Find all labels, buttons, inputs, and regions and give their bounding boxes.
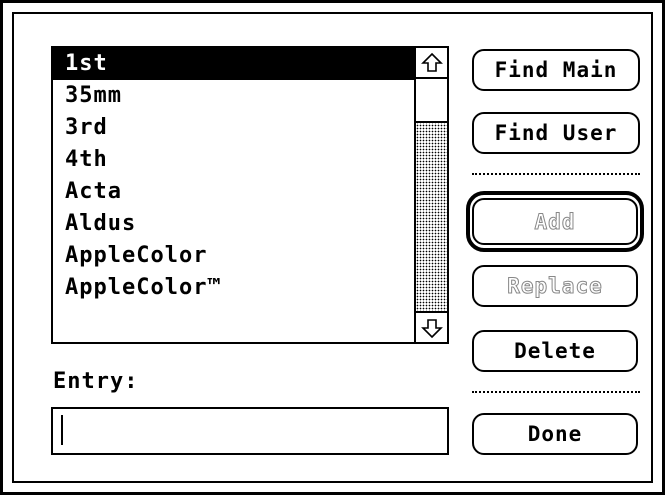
scroll-up-button[interactable] <box>416 48 447 79</box>
entry-label: Entry: <box>53 369 139 394</box>
done-button[interactable]: Done <box>472 413 638 455</box>
scroll-down-button[interactable] <box>416 311 447 342</box>
list-item[interactable]: Aldus <box>53 208 414 240</box>
list-item[interactable]: AppleColor™ <box>53 272 414 304</box>
separator <box>472 173 640 175</box>
list-item[interactable]: 1st <box>53 48 414 80</box>
dictionary-dialog: 1st 35mm 3rd 4th Acta Aldus AppleColor A… <box>0 0 665 495</box>
find-user-button[interactable]: Find User <box>472 112 640 154</box>
list-item[interactable]: 35mm <box>53 80 414 112</box>
find-main-button[interactable]: Find Main <box>472 49 640 91</box>
delete-button[interactable]: Delete <box>472 330 638 372</box>
word-list[interactable]: 1st 35mm 3rd 4th Acta Aldus AppleColor A… <box>53 48 414 342</box>
replace-button[interactable]: Replace <box>472 265 638 307</box>
separator <box>472 391 640 393</box>
up-arrow-icon <box>420 52 443 72</box>
entry-field[interactable] <box>51 407 449 455</box>
list-item[interactable]: AppleColor <box>53 240 414 272</box>
list-item[interactable]: Acta <box>53 176 414 208</box>
scroll-thumb[interactable] <box>416 79 447 123</box>
down-arrow-icon <box>420 318 443 338</box>
list-scrollbar[interactable] <box>414 48 447 342</box>
add-button[interactable]: Add <box>472 198 638 245</box>
word-list-box[interactable]: 1st 35mm 3rd 4th Acta Aldus AppleColor A… <box>51 46 449 344</box>
list-item[interactable]: 3rd <box>53 112 414 144</box>
list-item[interactable]: 4th <box>53 144 414 176</box>
text-caret <box>61 415 63 445</box>
